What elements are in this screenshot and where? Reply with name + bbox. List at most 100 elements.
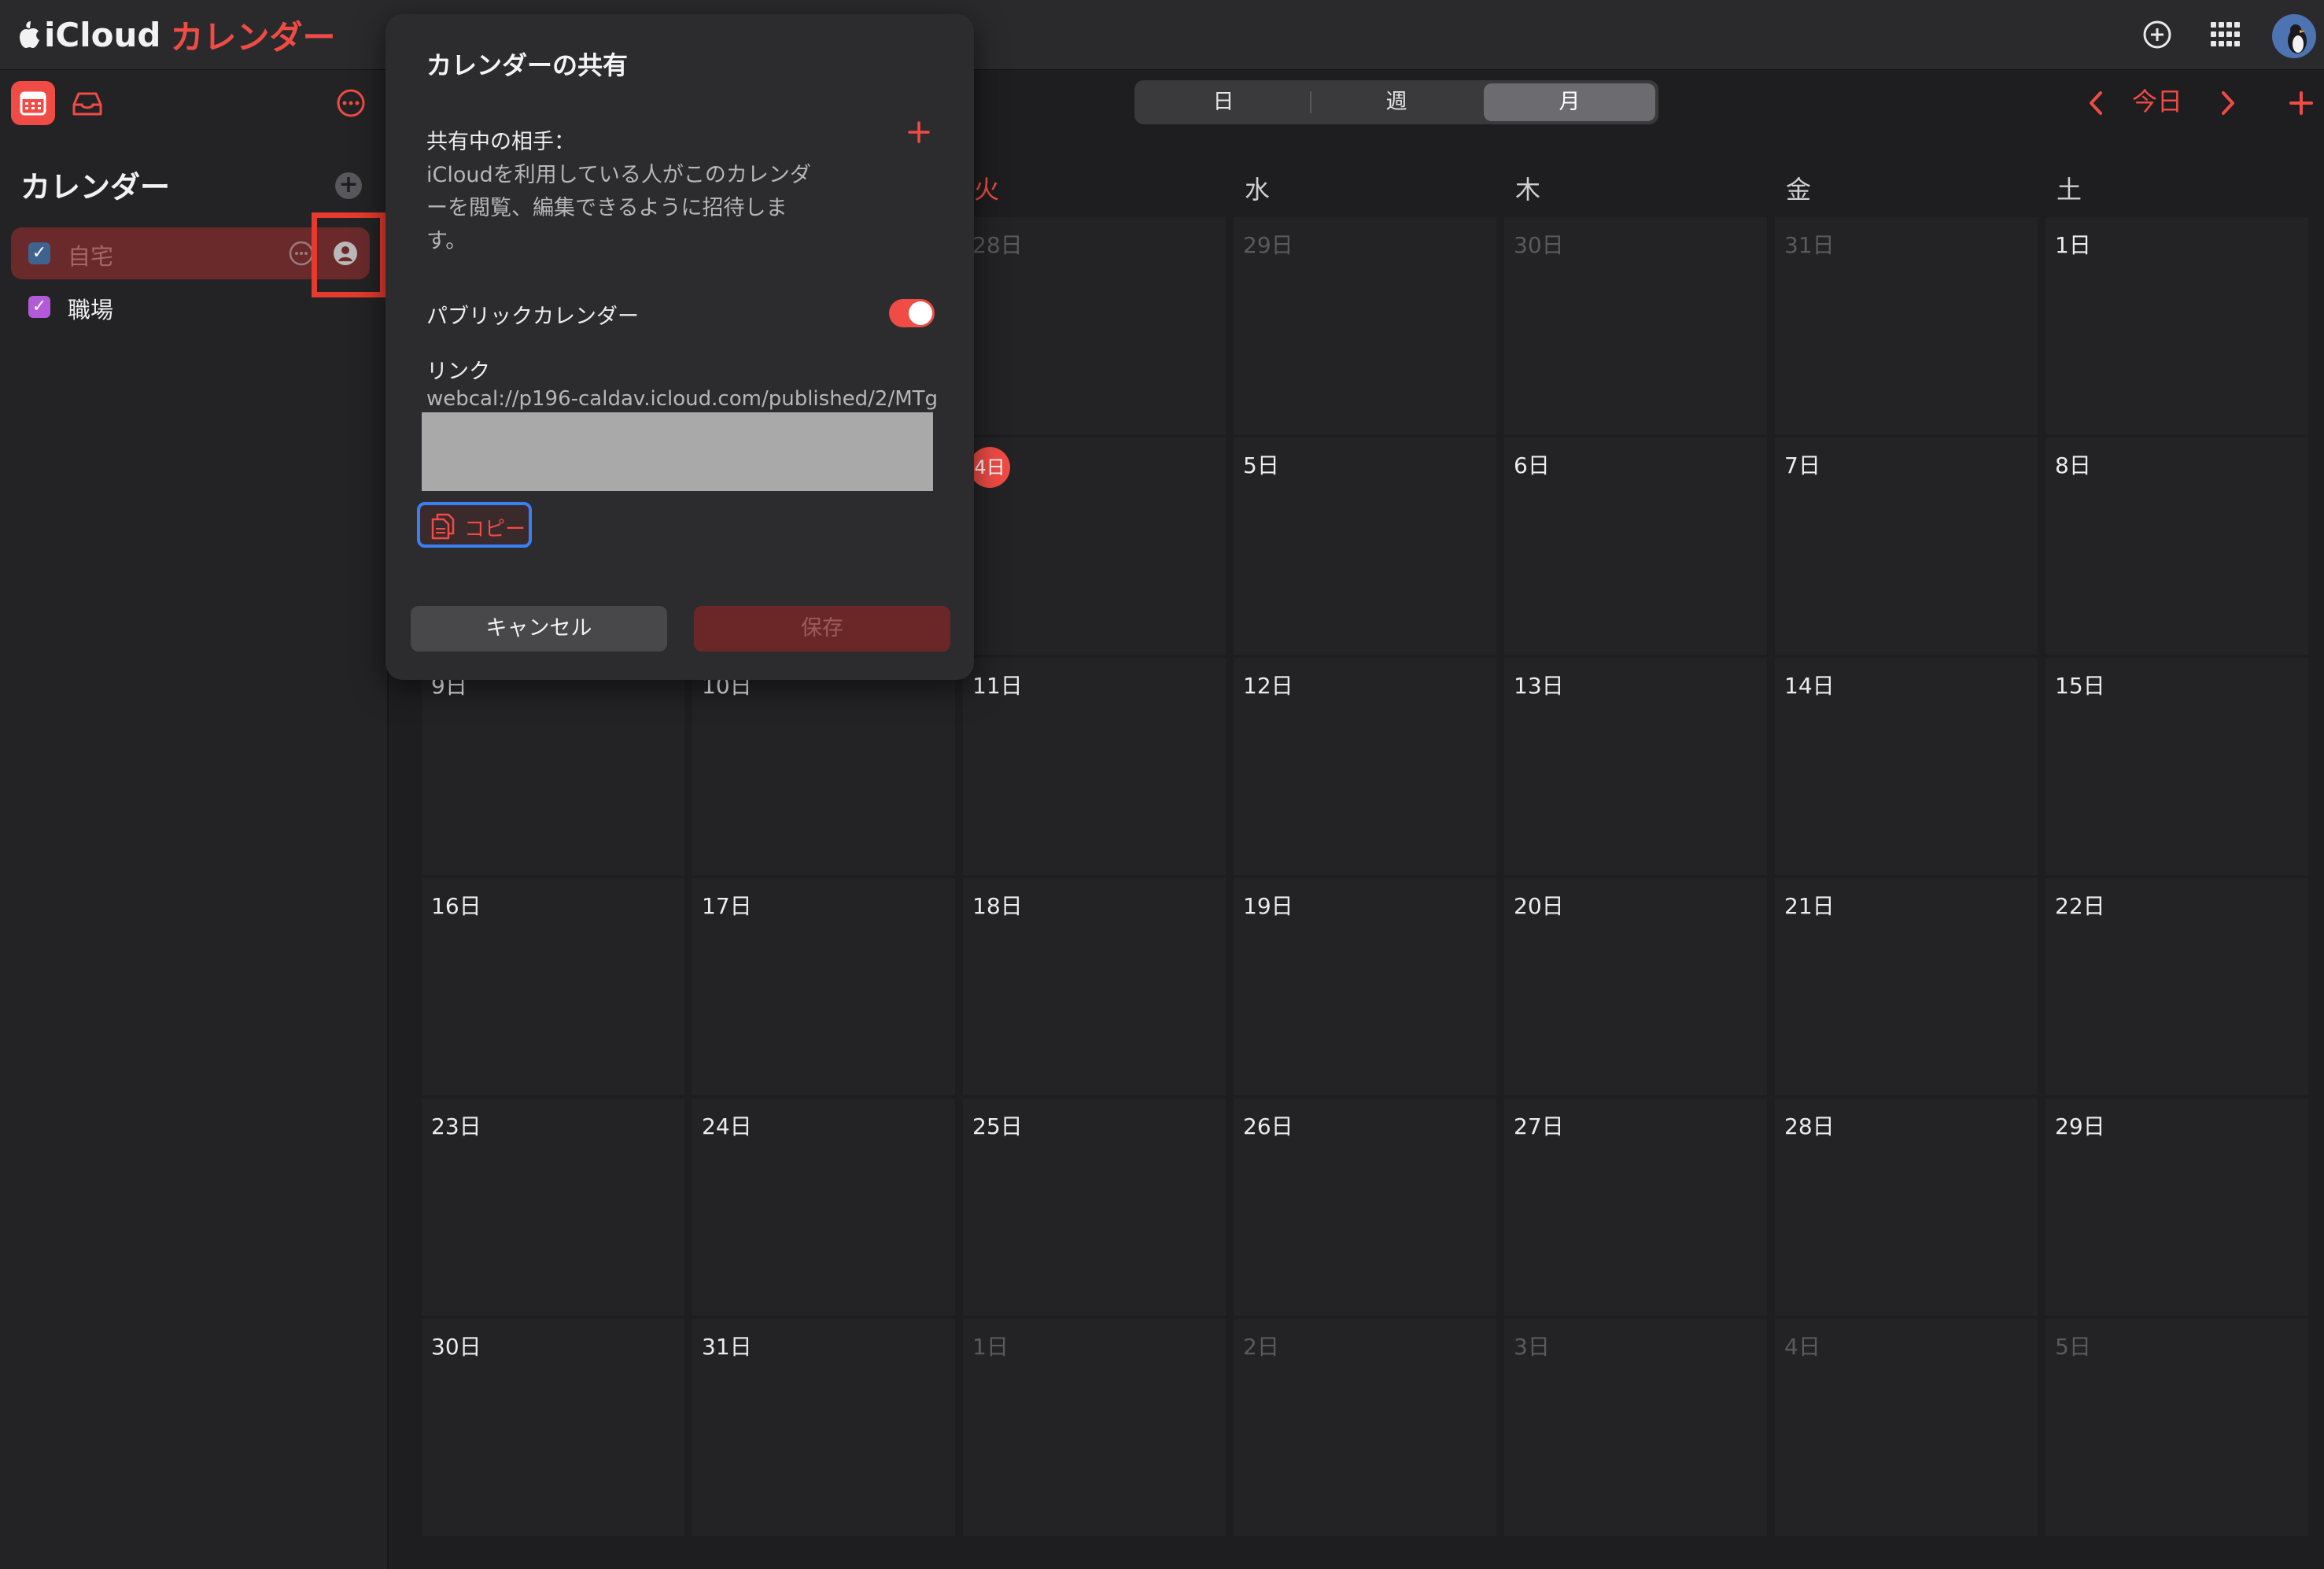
day-cell[interactable]: 7日 <box>1775 437 2038 655</box>
today-button[interactable]: 今日 <box>2132 82 2182 118</box>
day-cell[interactable]: 28日 <box>1775 1098 2038 1316</box>
add-calendar-icon[interactable]: + <box>335 172 362 199</box>
share-description-line: す。 <box>426 229 467 253</box>
day-cell[interactable]: 12日 <box>1234 658 1496 875</box>
day-number: 24日 <box>702 1113 752 1139</box>
day-cell[interactable]: 14日 <box>1775 658 2038 875</box>
next-month-icon[interactable] <box>2208 79 2247 127</box>
day-cell[interactable]: 29日 <box>2045 1098 2308 1316</box>
day-cell[interactable]: 27日 <box>1504 1098 1767 1316</box>
day-number: 23日 <box>431 1113 481 1139</box>
add-person-icon[interactable] <box>903 116 935 148</box>
share-description-line: iCloudを利用している人がこのカレンダ <box>426 163 811 187</box>
day-number: 28日 <box>972 232 1023 258</box>
share-description: iCloudを利用している人がこのカレンダ ーを閲覧、編集できるように招待しま … <box>426 159 843 258</box>
day-cell[interactable]: 30日 <box>1504 217 1767 434</box>
view-month-button[interactable]: 月 <box>1484 83 1655 121</box>
copy-button[interactable]: コピー <box>417 502 532 548</box>
day-cell[interactable]: 13日 <box>1504 658 1767 875</box>
day-cell[interactable]: 6日 <box>1504 437 1767 655</box>
calendar-checkbox[interactable]: ✓ <box>28 296 50 318</box>
calendar-checkbox[interactable]: ✓ <box>28 242 50 264</box>
add-event-icon[interactable] <box>2282 79 2321 127</box>
save-button[interactable]: 保存 <box>694 606 950 652</box>
avatar[interactable] <box>2272 14 2316 58</box>
day-number: 30日 <box>431 1334 481 1360</box>
add-circle-icon[interactable] <box>2140 17 2175 52</box>
day-cell[interactable]: 22日 <box>2045 878 2308 1095</box>
day-number: 4日 <box>1784 1334 1820 1360</box>
day-cell[interactable]: 11日 <box>963 658 1226 875</box>
day-number: 2日 <box>1243 1334 1279 1360</box>
day-cell[interactable]: 2日 <box>1234 1319 1496 1536</box>
day-number: 8日 <box>2055 452 2091 478</box>
day-cell[interactable]: 31日 <box>692 1319 955 1536</box>
brand-icloud: iCloud <box>44 15 161 54</box>
day-number: 17日 <box>702 893 752 919</box>
day-cell[interactable]: 10日 <box>692 658 955 875</box>
weekday-header: 木 <box>1515 175 1541 205</box>
day-cell[interactable]: 18日 <box>963 878 1226 1095</box>
calendar-view-button[interactable] <box>11 81 55 125</box>
day-number: 13日 <box>1514 673 1564 699</box>
previous-month-icon[interactable] <box>2077 79 2116 127</box>
day-number: 21日 <box>1784 893 1835 919</box>
link-url[interactable]: webcal://p196-caldav.icloud.com/publishe… <box>426 387 938 411</box>
day-cell[interactable]: 1日 <box>2045 217 2308 434</box>
view-week-button[interactable]: 週 <box>1311 83 1482 121</box>
public-calendar-label: パブリックカレンダー <box>426 305 639 329</box>
day-cell[interactable]: 20日 <box>1504 878 1767 1095</box>
day-number: 14日 <box>1784 673 1835 699</box>
annotation-highlight-box <box>312 212 385 297</box>
calendar-name: 職場 <box>68 297 114 323</box>
inbox-icon[interactable] <box>69 87 105 120</box>
day-cell[interactable]: 24日 <box>692 1098 955 1316</box>
day-cell[interactable]: 4日 <box>1775 1319 2038 1536</box>
day-number: 11日 <box>972 673 1023 699</box>
day-cell[interactable]: 5日 <box>2045 1319 2308 1536</box>
toggle-knob <box>909 301 932 325</box>
day-cell[interactable]: 4日 <box>963 437 1226 655</box>
day-cell[interactable]: 29日 <box>1234 217 1496 434</box>
day-cell[interactable]: 17日 <box>692 878 955 1095</box>
link-label: リンク <box>426 360 490 384</box>
day-cell[interactable]: 30日 <box>422 1319 684 1536</box>
day-number: 7日 <box>1784 452 1820 478</box>
day-cell[interactable]: 5日 <box>1234 437 1496 655</box>
view-day-button[interactable]: 日 <box>1138 83 1309 121</box>
day-cell[interactable]: 31日 <box>1775 217 2038 434</box>
day-cell[interactable]: 25日 <box>963 1098 1226 1316</box>
day-cell[interactable]: 21日 <box>1775 878 2038 1095</box>
cancel-button[interactable]: キャンセル <box>411 606 667 652</box>
share-description-line: ーを閲覧、編集できるように招待しま <box>426 196 788 220</box>
brand[interactable]: iCloud カレンダー <box>19 14 335 57</box>
day-number: 22日 <box>2055 893 2105 919</box>
share-calendar-dialog: カレンダーの共有 共有中の相手： iCloudを利用している人がこのカレンダ ー… <box>385 14 974 680</box>
dialog-title: カレンダーの共有 <box>426 50 629 80</box>
day-cell[interactable]: 15日 <box>2045 658 2308 875</box>
day-cell[interactable]: 19日 <box>1234 878 1496 1095</box>
day-cell[interactable]: 1日 <box>963 1319 1226 1536</box>
brand-app-name: カレンダー <box>170 17 336 57</box>
day-number: 3日 <box>1514 1334 1550 1360</box>
day-number: 27日 <box>1514 1113 1564 1139</box>
day-number: 25日 <box>972 1113 1023 1139</box>
day-number: 19日 <box>1243 893 1293 919</box>
weekday-header: 金 <box>1786 175 1812 205</box>
day-cell[interactable]: 3日 <box>1504 1319 1767 1536</box>
day-cell[interactable]: 9日 <box>422 658 684 875</box>
app-grid-icon[interactable] <box>2208 17 2242 52</box>
sidebar-more-icon[interactable] <box>334 86 368 120</box>
day-cell[interactable]: 28日 <box>963 217 1226 434</box>
day-number: 31日 <box>702 1334 752 1360</box>
view-switcher: 日 週 月 <box>1134 80 1658 124</box>
day-number: 15日 <box>2055 673 2105 699</box>
day-cell[interactable]: 16日 <box>422 878 684 1095</box>
day-number: 6日 <box>1514 452 1550 478</box>
calendar-more-icon[interactable] <box>288 240 315 267</box>
day-number: 29日 <box>1243 232 1293 258</box>
day-cell[interactable]: 8日 <box>2045 437 2308 655</box>
public-calendar-toggle[interactable] <box>889 299 935 327</box>
day-cell[interactable]: 26日 <box>1234 1098 1496 1316</box>
day-cell[interactable]: 23日 <box>422 1098 684 1316</box>
